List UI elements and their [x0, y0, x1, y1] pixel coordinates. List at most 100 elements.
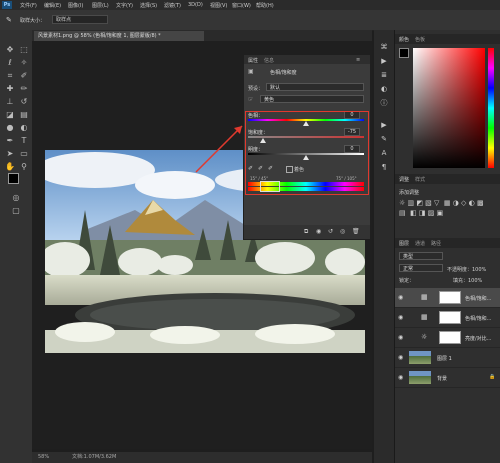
tools-panel: ✥ ⬚ ℓ ✧ ⌗ ✐ ✚ ✏ ⊥ ↺ ◪ ▤ ● ◐ ✒ T ➤ ▭ ✋ ⚲ … [0, 30, 33, 463]
layer-thumbnail[interactable] [409, 351, 431, 364]
clip-to-layer-icon[interactable]: ⧉ [304, 228, 308, 236]
blend-mode-select[interactable]: 正常 [399, 264, 443, 272]
menu-filter[interactable]: 滤镜(T) [164, 2, 181, 9]
adjustments-icon[interactable]: ◐ [378, 84, 390, 94]
character-icon[interactable]: A [378, 148, 390, 158]
tab-layers[interactable]: 图层 [399, 240, 409, 247]
fg-color-chip[interactable] [399, 48, 409, 58]
tab-paths[interactable]: 路径 [431, 240, 441, 247]
foreground-color-swatch[interactable] [8, 173, 19, 184]
adjustment-layer-icon: ▦ [421, 293, 428, 301]
preset-select[interactable]: 默认 [266, 83, 364, 91]
status-bar: 58% 文档:1.07M/3.62M [32, 452, 372, 463]
reset-icon[interactable]: ↺ [328, 228, 333, 235]
properties-header: 属性 信息 ≡ [244, 55, 370, 64]
healing-icon[interactable]: ✚ [3, 83, 17, 94]
move-icon[interactable]: ✥ [3, 44, 17, 55]
opacity-field[interactable]: 不透明度：100% [447, 266, 486, 273]
shape-icon[interactable]: ▭ [17, 148, 31, 159]
layer-name: 色相/饱和... [465, 316, 492, 322]
adjust-panel-header: 调整 样式 [395, 174, 500, 184]
stamp-icon[interactable]: ⊥ [3, 96, 17, 107]
annotation-arrow [195, 125, 243, 173]
eyedropper-tool-icon[interactable]: ✐ [17, 70, 31, 81]
fill-field[interactable]: 填充：100% [453, 277, 482, 284]
history-icon[interactable]: ⌘ [378, 42, 390, 52]
screen-mode-icon[interactable]: ▢ [9, 205, 23, 216]
layer-mask-thumbnail[interactable] [439, 311, 461, 324]
quick-select-icon[interactable]: ✧ [17, 57, 31, 68]
tab-properties[interactable]: 属性 [248, 57, 258, 64]
quick-mask-icon[interactable]: ◎ [9, 192, 23, 203]
preset-label: 预设： [248, 86, 264, 92]
brush-icon[interactable]: ✏ [17, 83, 31, 94]
menu-image[interactable]: 图像(I) [68, 2, 83, 9]
delete-icon[interactable]: 🗑 [352, 228, 360, 235]
tab-color[interactable]: 颜色 [399, 36, 409, 43]
layer-row[interactable]: ◉ 背景 🔒 [395, 368, 500, 388]
eye-icon[interactable]: ◉ [398, 294, 403, 301]
actions-icon[interactable]: ▶ [378, 56, 390, 66]
panel-menu-icon[interactable]: ≡ [356, 57, 360, 63]
eye-icon[interactable]: ◉ [398, 354, 403, 361]
menu-file[interactable]: 文件(F) [20, 2, 37, 9]
hue-strip[interactable] [488, 48, 494, 168]
tab-styles[interactable]: 样式 [415, 176, 425, 183]
eye-icon[interactable]: ◉ [398, 334, 403, 341]
adjustment-layer-icon: ☼ [421, 333, 428, 341]
eye-icon[interactable]: ◉ [398, 314, 403, 321]
layer-mask-thumbnail[interactable] [439, 291, 461, 304]
tab-info[interactable]: 信息 [264, 57, 274, 64]
properties-icon[interactable]: ≣ [378, 70, 390, 80]
adjustment-icons-grid[interactable]: ☼ ▥ ◩ ▧ ▽ ▦ ◑ ◇ ◐ ▩ ▤ ◧ ◨ ▨ ▣ [399, 198, 489, 228]
adjustment-icon: ▣ [248, 68, 254, 75]
menu-edit[interactable]: 编辑(E) [44, 2, 61, 9]
tab-adjustments[interactable]: 调整 [399, 176, 409, 183]
play-icon[interactable]: ▶ [378, 120, 390, 130]
crop-icon[interactable]: ⌗ [3, 70, 17, 81]
layer-row[interactable]: ◉ ▦ 色相/饱和... [395, 288, 500, 308]
menu-type[interactable]: 文字(Y) [116, 2, 133, 9]
menu-layer[interactable]: 图层(L) [92, 2, 109, 9]
paragraph-icon[interactable]: ¶ [378, 162, 390, 172]
lasso-icon[interactable]: ℓ [3, 57, 17, 68]
layer-row[interactable]: ◉ 图层 1 [395, 348, 500, 368]
blur-icon[interactable]: ● [3, 122, 17, 133]
layer-mask-thumbnail[interactable] [439, 331, 461, 344]
tab-channels[interactable]: 通道 [415, 240, 425, 247]
layer-row[interactable]: ◉ ☼ 亮度/对比... [395, 328, 500, 348]
layer-row[interactable]: ◉ ▦ 色相/饱和... [395, 308, 500, 328]
marquee-icon[interactable]: ⬚ [17, 44, 31, 55]
visibility-icon[interactable]: ◎ [340, 228, 345, 235]
eyedropper-icon[interactable]: ✎ [6, 16, 12, 24]
menu-window[interactable]: 窗口(W) [232, 2, 251, 9]
properties-title: 色相/饱和度 [270, 70, 297, 76]
lock-icon: 🔒 [489, 374, 496, 380]
document-tab[interactable]: 风景素材1.png @ 58% (色相/饱和度 1, 图层蒙版/8) * [34, 31, 204, 41]
sample-size-select[interactable]: 取样点 [52, 15, 108, 24]
color-field[interactable] [413, 48, 485, 168]
layer-thumbnail[interactable] [409, 371, 431, 384]
pen-icon[interactable]: ✒ [3, 135, 17, 146]
type-icon[interactable]: T [17, 135, 31, 146]
menu-help[interactable]: 帮助(H) [256, 2, 274, 9]
tab-swatches[interactable]: 色板 [415, 36, 425, 43]
eye-icon[interactable]: ◉ [398, 374, 403, 381]
gradient-icon[interactable]: ▤ [17, 109, 31, 120]
eraser-icon[interactable]: ◪ [3, 109, 17, 120]
info-icon[interactable]: ⓘ [378, 98, 390, 108]
hand-icon[interactable]: ✋ [3, 161, 17, 172]
view-previous-icon[interactable]: ◉ [316, 228, 321, 235]
menu-3d[interactable]: 3D(D) [188, 2, 203, 8]
path-select-icon[interactable]: ➤ [3, 148, 17, 159]
menu-view[interactable]: 视图(V) [210, 2, 227, 9]
hand-adjust-icon[interactable]: ☞ [248, 96, 253, 103]
menu-select[interactable]: 选择(S) [140, 2, 157, 9]
zoom-icon[interactable]: ⚲ [17, 161, 31, 172]
history-brush-icon[interactable]: ↺ [17, 96, 31, 107]
layer-kind-filter[interactable]: 类型 [399, 252, 443, 260]
channel-select[interactable]: 黄色 [260, 95, 364, 103]
dodge-icon[interactable]: ◐ [17, 122, 31, 133]
zoom-level[interactable]: 58% [38, 452, 49, 463]
brushes-icon[interactable]: ✎ [378, 134, 390, 144]
